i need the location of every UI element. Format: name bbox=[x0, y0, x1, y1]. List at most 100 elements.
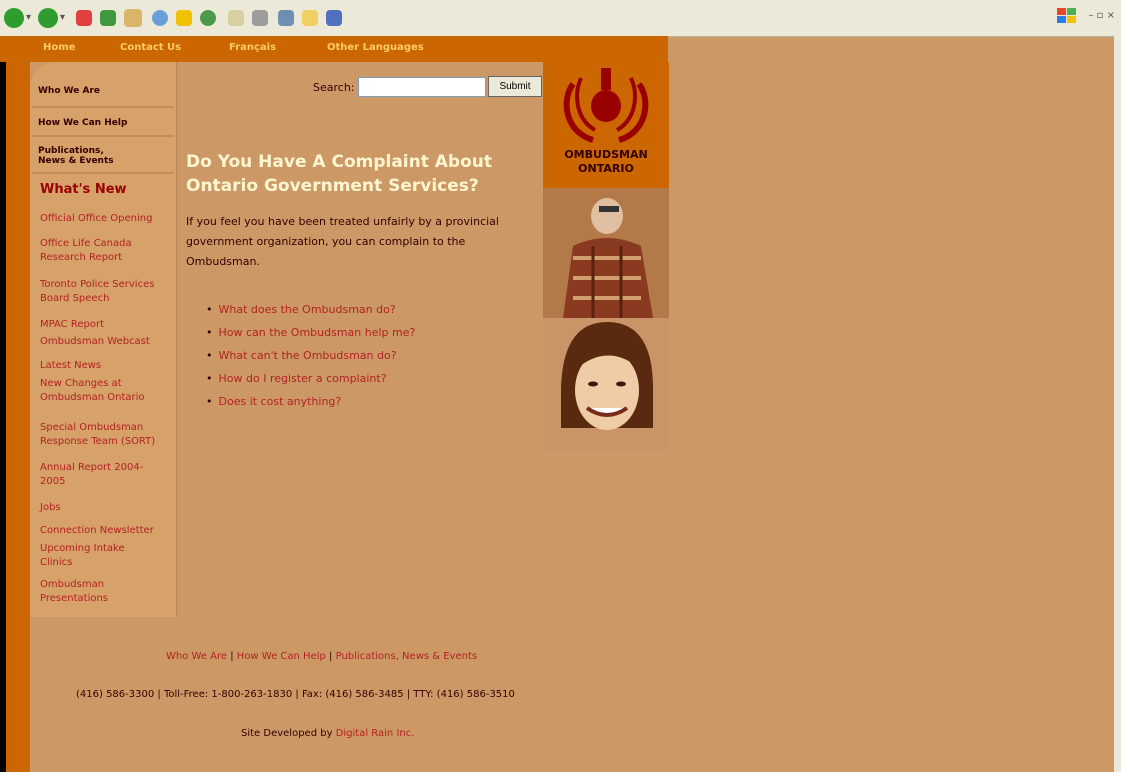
news-official-office-opening[interactable]: Official Office Opening bbox=[40, 212, 176, 226]
news-label: 2005 bbox=[40, 476, 66, 487]
window-controls[interactable]: – ▫ × bbox=[1088, 10, 1115, 21]
digital-rain-link[interactable]: Digital Rain Inc. bbox=[336, 728, 415, 739]
site-credit-label: Site Developed by bbox=[241, 728, 333, 739]
scrollbar[interactable] bbox=[1114, 36, 1121, 772]
news-latest-news[interactable]: Latest News bbox=[40, 359, 176, 373]
print-icon[interactable] bbox=[252, 10, 268, 26]
faq-list: • What does the Ombudsman do? • How can th… bbox=[206, 298, 415, 413]
bullet-icon: • bbox=[206, 303, 213, 316]
list-item: • How can the Ombudsman help me? bbox=[206, 321, 415, 344]
sidebar-item-how-we-can-help[interactable]: How We Can Help bbox=[38, 118, 127, 128]
whats-new-heading: What's New bbox=[40, 182, 127, 197]
news-presentations[interactable]: Ombudsman Presentations bbox=[40, 578, 176, 606]
nav-contact-link[interactable]: Contact Us bbox=[120, 42, 181, 53]
footer-separator: | bbox=[230, 651, 234, 662]
back-icon[interactable] bbox=[4, 8, 24, 28]
news-label: Research Report bbox=[40, 252, 123, 263]
site-credit: Site Developed by Digital Rain Inc. bbox=[241, 728, 414, 739]
news-label: Upcoming Intake bbox=[40, 543, 125, 554]
home-icon[interactable] bbox=[124, 9, 142, 27]
news-label: Official Office Opening bbox=[40, 213, 153, 224]
news-label: Latest News bbox=[40, 360, 102, 371]
edit-icon[interactable] bbox=[278, 10, 294, 26]
news-label: MPAC Report bbox=[40, 319, 104, 330]
news-mpac-report[interactable]: MPAC Report bbox=[40, 318, 176, 332]
footer-link-who-we-are[interactable]: Who We Are bbox=[166, 651, 227, 662]
page-title: Do You Have A Complaint About Ontario Go… bbox=[186, 150, 536, 198]
faq-link[interactable]: How do I register a complaint? bbox=[219, 372, 387, 385]
mail-icon[interactable] bbox=[228, 10, 244, 26]
page-title-line2: Ontario Government Services? bbox=[186, 176, 479, 196]
news-label: Annual Report 2004- bbox=[40, 462, 144, 473]
windows-logo-icon bbox=[1057, 8, 1077, 24]
sidebar-divider bbox=[32, 106, 174, 108]
logo-line1: OMBUDSMAN bbox=[564, 148, 648, 161]
bullet-icon: • bbox=[206, 372, 213, 385]
faq-link[interactable]: What can't the Ombudsman do? bbox=[219, 349, 397, 362]
bullet-icon: • bbox=[206, 349, 213, 362]
news-label: Toronto Police Services bbox=[40, 279, 155, 290]
back-dropdown-icon[interactable]: ▾ bbox=[26, 12, 31, 23]
news-upcoming-intake[interactable]: Upcoming Intake Clinics bbox=[40, 542, 176, 570]
favorites-icon[interactable] bbox=[176, 10, 192, 26]
intro-text: If you feel you have been treated unfair… bbox=[186, 212, 536, 272]
history-icon[interactable] bbox=[200, 10, 216, 26]
news-label: Special Ombudsman bbox=[40, 422, 144, 433]
news-toronto-police[interactable]: Toronto Police Services Board Speech bbox=[40, 278, 176, 306]
search-input[interactable] bbox=[358, 77, 486, 97]
news-sort[interactable]: Special Ombudsman Response Team (SORT) bbox=[40, 421, 176, 449]
news-label: New Changes at bbox=[40, 378, 122, 389]
forward-dropdown-icon[interactable]: ▾ bbox=[60, 12, 65, 23]
nav-home-link[interactable]: Home bbox=[43, 42, 75, 53]
news-label: Ombudsman Webcast bbox=[40, 336, 150, 347]
news-office-life-canada[interactable]: Office Life Canada Research Report bbox=[40, 237, 176, 265]
sidebar-item-publications-line2: News & Events bbox=[38, 156, 114, 166]
messenger-icon[interactable] bbox=[326, 10, 342, 26]
footer-separator: | bbox=[329, 651, 333, 662]
sidebar-item-who-we-are[interactable]: Who We Are bbox=[38, 86, 100, 96]
footer-link-how-we-can-help[interactable]: How We Can Help bbox=[237, 651, 326, 662]
stop-icon[interactable] bbox=[76, 10, 92, 26]
faq-link[interactable]: What does the Ombudsman do? bbox=[219, 303, 396, 316]
list-item: • What does the Ombudsman do? bbox=[206, 298, 415, 321]
sidebar-divider bbox=[32, 135, 174, 137]
browser-toolbar: ▾ ▾ – ▫ × bbox=[0, 0, 1121, 37]
news-new-changes[interactable]: New Changes at Ombudsman Ontario bbox=[40, 377, 176, 405]
photo-man bbox=[543, 188, 669, 318]
intro-line: If you feel you have been treated unfair… bbox=[186, 215, 499, 228]
search-label: Search: bbox=[313, 81, 355, 94]
news-label: Office Life Canada bbox=[40, 238, 132, 249]
forward-icon[interactable] bbox=[38, 8, 58, 28]
news-annual-report[interactable]: Annual Report 2004- 2005 bbox=[40, 461, 176, 489]
contact-info: (416) 586-3300 | Toll-Free: 1-800-263-18… bbox=[76, 689, 515, 700]
folder-icon[interactable] bbox=[302, 10, 318, 26]
list-item: • What can't the Ombudsman do? bbox=[206, 344, 415, 367]
news-label: Connection Newsletter bbox=[40, 525, 154, 536]
faq-link[interactable]: Does it cost anything? bbox=[219, 395, 342, 408]
logo-line2: ONTARIO bbox=[578, 162, 634, 175]
news-connection-newsletter[interactable]: Connection Newsletter bbox=[40, 524, 176, 538]
news-label: Response Team (SORT) bbox=[40, 436, 156, 447]
logo-text: OMBUDSMAN ONTARIO bbox=[543, 148, 669, 176]
news-label: Ombudsman bbox=[40, 579, 105, 590]
news-label: Presentations bbox=[40, 593, 109, 604]
faq-link[interactable]: How can the Ombudsman help me? bbox=[219, 326, 416, 339]
left-border bbox=[0, 36, 6, 772]
sidebar-item-publications[interactable]: Publications, News & Events bbox=[38, 146, 114, 166]
search-icon[interactable] bbox=[152, 10, 168, 26]
footer-link-publications[interactable]: Publications, News & Events bbox=[336, 651, 477, 662]
news-label: Clinics bbox=[40, 557, 73, 568]
intro-line: Ombudsman. bbox=[186, 255, 260, 268]
nav-francais-link[interactable]: Français bbox=[229, 42, 276, 53]
footer-links: Who We Are | How We Can Help | Publicati… bbox=[166, 651, 477, 662]
news-ombudsman-webcast[interactable]: Ombudsman Webcast bbox=[40, 335, 176, 349]
nav-other-languages-link[interactable]: Other Languages bbox=[327, 42, 424, 53]
list-item: • Does it cost anything? bbox=[206, 390, 415, 413]
intro-line: government organization, you can complai… bbox=[186, 235, 466, 248]
news-label: Ombudsman Ontario bbox=[40, 392, 145, 403]
refresh-icon[interactable] bbox=[100, 10, 116, 26]
news-jobs[interactable]: Jobs bbox=[40, 501, 176, 515]
news-label: Jobs bbox=[40, 502, 61, 513]
search-submit-button[interactable]: Submit bbox=[488, 76, 542, 97]
photo-woman bbox=[543, 318, 669, 450]
